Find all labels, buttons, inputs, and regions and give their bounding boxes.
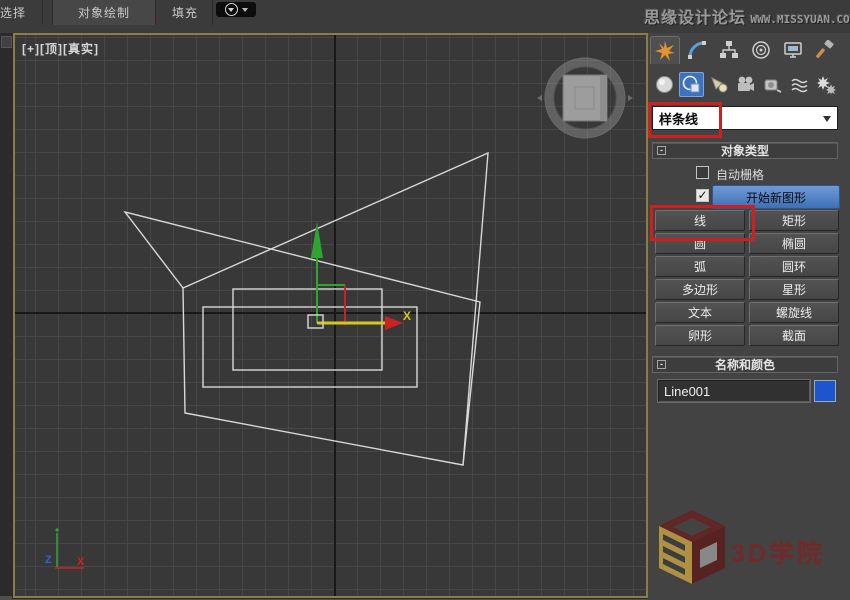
helpers-icon bbox=[763, 75, 782, 94]
tab-display[interactable] bbox=[778, 36, 808, 64]
world-axis-tripod: X Z bbox=[45, 528, 85, 568]
button-arc[interactable]: 弧 bbox=[655, 256, 745, 277]
category-lights[interactable] bbox=[706, 72, 731, 97]
space-warps-icon bbox=[790, 75, 809, 94]
hierarchy-panel-icon bbox=[719, 40, 739, 60]
caret-down-icon bbox=[242, 8, 248, 12]
gizmo-x-axis-label: X bbox=[403, 309, 411, 323]
left-strip-button[interactable] bbox=[1, 36, 12, 48]
button-egg[interactable]: 卵形 bbox=[655, 325, 745, 346]
ribbon-tab-populate[interactable]: 填充 bbox=[158, 0, 213, 25]
chevron-down-icon bbox=[823, 116, 831, 122]
category-helpers[interactable] bbox=[760, 72, 785, 97]
viewport-label[interactable]: [+][顶][真实] bbox=[22, 40, 99, 57]
left-edge-strip bbox=[0, 33, 13, 600]
autogrid-label: 自动栅格 bbox=[716, 166, 764, 183]
viewcube[interactable] bbox=[537, 58, 633, 138]
button-section[interactable]: 截面 bbox=[749, 325, 839, 346]
collapse-icon: - bbox=[657, 360, 666, 369]
button-star[interactable]: 星形 bbox=[749, 279, 839, 300]
category-space-warps[interactable] bbox=[787, 72, 812, 97]
start-new-shape-checkbox[interactable]: ✓ bbox=[696, 189, 709, 202]
geometry-icon bbox=[655, 75, 674, 94]
cameras-icon bbox=[736, 75, 755, 94]
rollout-object-type[interactable]: - 对象类型 bbox=[652, 142, 838, 159]
tab-hierarchy[interactable] bbox=[714, 36, 744, 64]
spline-shapes bbox=[125, 153, 488, 465]
ribbon-tab-object-paint[interactable]: 对象绘制 bbox=[52, 0, 156, 25]
viewport-canvas[interactable]: X X Z [+][顶][真实] bbox=[13, 33, 648, 598]
category-geometry[interactable] bbox=[652, 72, 677, 97]
missyuan-watermark: 思缘设计论坛 WWW.MISSYUAN.COM bbox=[644, 4, 850, 28]
button-helix[interactable]: 螺旋线 bbox=[749, 302, 839, 323]
tripod-z-label: Z bbox=[45, 554, 52, 566]
systems-icon bbox=[817, 75, 836, 94]
collapse-icon: - bbox=[657, 146, 666, 155]
category-systems[interactable] bbox=[814, 72, 839, 97]
tab-motion[interactable] bbox=[746, 36, 776, 64]
tab-modify[interactable] bbox=[682, 36, 712, 64]
command-panel: 样条线 - 对象类型 自动栅格 ✓ 开始新图形 线 矩形 圆 椭圆 弧 圆环 多… bbox=[648, 33, 850, 600]
ribbon-minimize-button[interactable] bbox=[216, 2, 256, 17]
move-gizmo: X bbox=[308, 222, 411, 330]
ribbon-tab-selection[interactable]: 选择 bbox=[0, 0, 43, 25]
button-rectangle[interactable]: 矩形 bbox=[749, 210, 839, 231]
rollout-name-color[interactable]: - 名称和颜色 bbox=[652, 356, 838, 373]
create-panel-icon bbox=[655, 41, 675, 61]
3dsmax-window: www.16xx8.com 选择 对象绘制 填充 思缘设计论坛 WWW.MISS… bbox=[0, 0, 850, 600]
tab-create[interactable] bbox=[650, 36, 680, 64]
lights-icon bbox=[709, 75, 728, 94]
display-panel-icon bbox=[783, 40, 803, 60]
circle-caret-icon bbox=[225, 3, 238, 16]
motion-panel-icon bbox=[751, 40, 771, 60]
shapes-icon bbox=[682, 75, 701, 94]
autogrid-checkbox[interactable] bbox=[696, 166, 709, 179]
button-ngon[interactable]: 多边形 bbox=[655, 279, 745, 300]
category-cameras[interactable] bbox=[733, 72, 758, 97]
viewport-drawing: X X Z bbox=[15, 35, 646, 596]
button-ellipse[interactable]: 椭圆 bbox=[749, 233, 839, 254]
object-name-input[interactable]: Line001 bbox=[658, 380, 810, 402]
utilities-panel-icon bbox=[815, 40, 835, 60]
button-text[interactable]: 文本 bbox=[655, 302, 745, 323]
button-donut[interactable]: 圆环 bbox=[749, 256, 839, 277]
modify-panel-icon bbox=[687, 40, 707, 60]
tripod-x-label: X bbox=[77, 556, 85, 568]
category-shapes[interactable] bbox=[679, 72, 704, 97]
annotation-box-line-button bbox=[650, 205, 755, 241]
annotation-box-dropdown bbox=[648, 102, 722, 138]
tab-utilities[interactable] bbox=[810, 36, 840, 64]
object-color-swatch[interactable] bbox=[814, 380, 836, 402]
